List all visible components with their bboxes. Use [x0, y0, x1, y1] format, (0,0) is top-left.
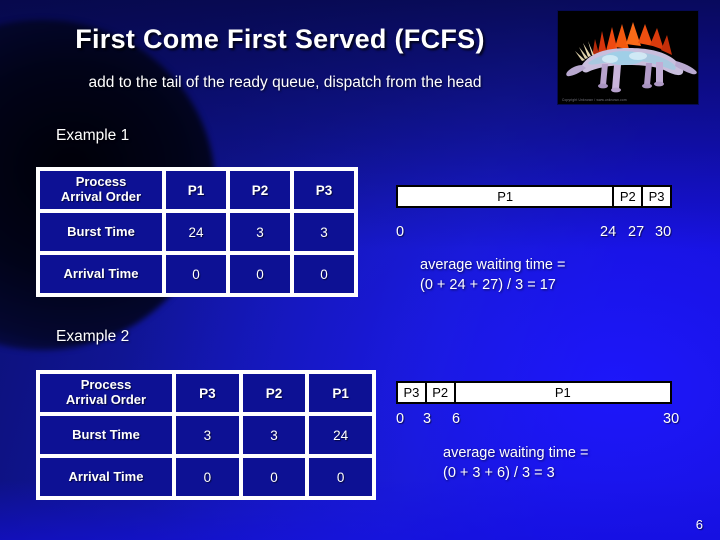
example-1-table: Process Arrival Order P1 P2 P3 Burst Tim… — [36, 167, 358, 297]
header-line-2: Arrival Order — [65, 392, 147, 407]
gantt-tick: 24 — [600, 224, 617, 240]
arrival-time-cell: 0 — [166, 255, 226, 293]
gantt-segment: P2 — [612, 187, 641, 206]
page-number: 6 — [695, 517, 703, 532]
arrival-time-cell: 0 — [242, 458, 306, 496]
table-row: Arrival Time 0 0 0 — [40, 255, 354, 293]
gantt-segment: P3 — [641, 187, 670, 206]
example-2-table: Process Arrival Order P3 P2 P1 Burst Tim… — [36, 370, 376, 500]
table-row: Process Arrival Order P3 P2 P1 — [40, 374, 372, 412]
process-cell: P2 — [242, 374, 306, 412]
process-cell: P2 — [230, 171, 290, 209]
header-line-2: Arrival Order — [60, 189, 142, 204]
gantt-tick: 0 — [396, 411, 405, 427]
gantt-tick: 30 — [655, 224, 672, 240]
example-2-label: Example 2 — [56, 328, 130, 345]
table-row: Arrival Time 0 0 0 — [40, 458, 372, 496]
table-row: Process Arrival Order P1 P2 P3 — [40, 171, 354, 209]
gantt-tick: 0 — [396, 224, 405, 240]
gantt-segment: P3 — [403, 385, 420, 400]
image-credit: Copyright Unknown / www.unknown.com — [562, 98, 627, 102]
burst-time-cell: 3 — [176, 416, 239, 454]
gantt-segment: P1 — [497, 189, 514, 204]
process-cell: P3 — [294, 171, 354, 209]
burst-time-cell: 3 — [294, 213, 354, 251]
slide-title: First Come First Served (FCFS) — [75, 24, 485, 54]
gantt-tick: 3 — [423, 411, 432, 427]
burst-time-cell: 3 — [242, 416, 306, 454]
burst-time-cell: 24 — [166, 213, 226, 251]
header-line-1: Process — [80, 377, 132, 393]
table-row: Burst Time 24 3 3 — [40, 213, 354, 251]
row-header-process-arrival-order: Process Arrival Order — [40, 374, 172, 412]
gantt-tick: 30 — [663, 411, 680, 427]
stegosaurus-icon — [558, 11, 698, 104]
row-header-burst-time: Burst Time — [40, 213, 162, 251]
burst-time-cell: 3 — [230, 213, 290, 251]
row-header-burst-time: Burst Time — [40, 416, 172, 454]
gantt-segment: P1 — [453, 383, 670, 402]
slide-subtitle: add to the tail of the ready queue, disp… — [88, 74, 482, 91]
header-line-1: Process — [75, 174, 127, 190]
arrival-time-cell: 0 — [176, 458, 239, 496]
example-2-gantt-chart: P3 P2 P1 — [396, 381, 672, 404]
stegosaurus-image: Copyright Unknown / www.unknown.com — [557, 10, 699, 105]
gantt-tick: 6 — [452, 411, 461, 427]
arrival-time-cell: 0 — [230, 255, 290, 293]
gantt-segment: P2 — [424, 383, 454, 402]
row-header-arrival-time: Arrival Time — [40, 255, 162, 293]
table-row: Burst Time 3 3 24 — [40, 416, 372, 454]
example-2-average-waiting-time: average waiting time = (0 + 3 + 6) / 3 =… — [443, 445, 589, 481]
burst-time-cell: 24 — [309, 416, 372, 454]
arrival-time-cell: 0 — [294, 255, 354, 293]
process-cell: P3 — [176, 374, 239, 412]
process-cell: P1 — [309, 374, 372, 412]
gantt-tick: 27 — [628, 224, 645, 240]
row-header-arrival-time: Arrival Time — [40, 458, 172, 496]
arrival-time-cell: 0 — [309, 458, 372, 496]
row-header-process-arrival-order: Process Arrival Order — [40, 171, 162, 209]
process-cell: P1 — [166, 171, 226, 209]
slide-canvas: First Come First Served (FCFS) add to th… — [0, 0, 720, 540]
example-1-gantt-chart: P1 P2 P3 — [396, 185, 672, 208]
example-1-average-waiting-time: average waiting time = (0 + 24 + 27) / 3… — [420, 257, 566, 293]
example-1-label: Example 1 — [56, 127, 130, 144]
